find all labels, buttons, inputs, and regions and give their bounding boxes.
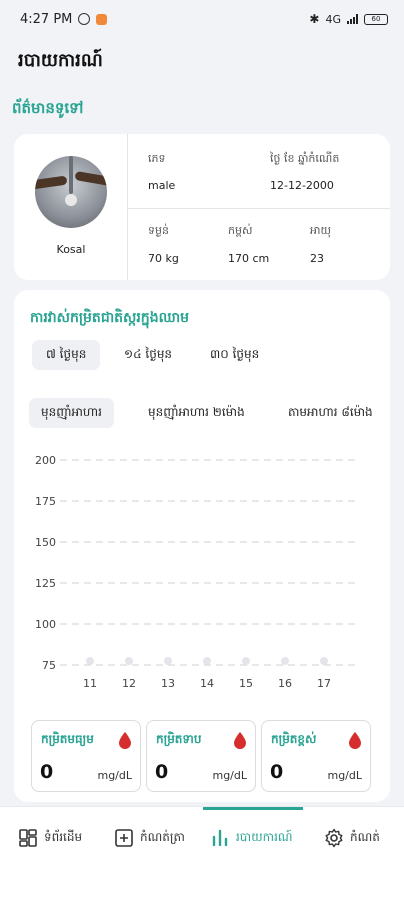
blood-drop-icon	[119, 732, 131, 749]
user-name: Kosal	[56, 243, 86, 256]
y-tick-label: 125	[35, 577, 56, 590]
high-level-label: កម្រិតខ្ពស់	[271, 732, 317, 746]
x-tick-label: 13	[161, 677, 175, 690]
glucose-card: ការវាស់កម្រិតជាតិស្ករក្នុងឈាម ៧ ថ្ងៃមុន …	[14, 290, 390, 802]
nav-home-label: ទំព័រដើម	[44, 830, 83, 844]
nav-report[interactable]: របាយការណ៍	[210, 807, 293, 869]
weight-label: ទម្ងន់	[148, 224, 169, 237]
sex-label: ភេទ	[148, 152, 166, 165]
data-point	[281, 657, 289, 665]
avatar[interactable]	[35, 156, 107, 228]
nav-records-label: កំណត់ត្រា	[140, 830, 185, 844]
low-level-value: 0	[155, 761, 169, 783]
y-tick-label: 175	[35, 495, 56, 508]
data-point	[320, 657, 328, 665]
blood-drop-icon	[349, 732, 361, 749]
tab-14-days[interactable]: ១៤ ថ្ងៃមុន	[110, 340, 186, 370]
height-label: កម្ពស់	[228, 224, 253, 237]
nav-report-label: របាយការណ៍	[236, 830, 293, 844]
x-tick-label: 17	[317, 677, 331, 690]
y-tick-label: 150	[35, 536, 56, 549]
age-value: 23	[310, 252, 324, 265]
blood-drop-icon	[234, 732, 246, 749]
divider	[128, 208, 390, 209]
data-point	[125, 657, 133, 665]
dob-label: ថ្ងៃ ខែ ឆ្នាំកំណើត	[270, 152, 340, 165]
status-time: 4:27 PM	[20, 11, 73, 27]
gesture-area	[0, 868, 404, 900]
glucose-chart: 75 100 125 150 175 200 11 12 13 14 15 16 17	[35, 454, 360, 690]
x-tick-label: 12	[122, 677, 136, 690]
age-label: អាយុ	[310, 224, 331, 237]
data-point	[203, 657, 211, 665]
dob-value: 12-12-2000	[270, 179, 334, 192]
high-level-value: 0	[270, 761, 284, 783]
average-level-unit: mg/dL	[97, 769, 132, 782]
battery-level: 60	[371, 15, 381, 23]
nav-settings-label: កំណត់	[350, 830, 380, 844]
sex-value: male	[148, 179, 176, 192]
tab-30-days[interactable]: ៣០ ថ្ងៃមុន	[196, 340, 273, 370]
general-info-title: ព័ត៌មានទូទៅ	[12, 99, 84, 117]
data-point	[86, 657, 94, 665]
average-level-card: កម្រិតមធ្យម 0 mg/dL	[31, 720, 141, 792]
bottom-nav: ទំព័រដើម កំណត់ត្រា របាយការណ៍ កំណត់	[0, 806, 404, 868]
gear-icon	[325, 828, 343, 848]
y-tick-label: 100	[35, 618, 56, 631]
tab-after-meal-8h[interactable]: តាមអាហារ ៨ម៉ោង	[276, 398, 385, 428]
divider	[127, 134, 128, 280]
x-tick-label: 15	[239, 677, 253, 690]
high-level-unit: mg/dL	[327, 769, 362, 782]
x-tick-label: 14	[200, 677, 214, 690]
tab-7-days[interactable]: ៧ ថ្ងៃមុន	[32, 340, 101, 370]
alarm-icon	[78, 13, 91, 25]
network-type: 4G	[325, 12, 341, 26]
average-level-value: 0	[40, 761, 54, 783]
nav-settings[interactable]: កំណត់	[324, 807, 380, 869]
x-tick-label: 16	[278, 677, 292, 690]
average-level-label: កម្រិតមធ្យម	[41, 732, 94, 746]
tab-before-meal[interactable]: មុនញ៉ាំអាហារ	[29, 398, 114, 428]
y-tick-label: 200	[35, 454, 56, 467]
high-level-card: កម្រិតខ្ពស់ 0 mg/dL	[261, 720, 371, 792]
glucose-title: ការវាស់កម្រិតជាតិស្ករក្នុងឈាម	[30, 310, 190, 326]
signal-icon	[347, 14, 358, 24]
app-notification-icon	[96, 13, 108, 25]
page-title: របាយការណ៍	[18, 50, 103, 71]
nav-home[interactable]: ទំព័រដើម	[18, 807, 82, 869]
low-level-unit: mg/dL	[212, 769, 247, 782]
y-tick-label: 75	[42, 659, 56, 672]
bluetooth-icon: ✱	[309, 12, 320, 26]
add-square-icon	[115, 829, 133, 847]
battery-icon: 60	[364, 13, 388, 25]
tab-before-meal-2h[interactable]: មុនញ៉ាំអាហារ ២ម៉ោង	[136, 398, 257, 428]
nav-records[interactable]: កំណត់ត្រា	[114, 807, 185, 869]
low-level-card: កម្រិតទាប 0 mg/dL	[146, 720, 256, 792]
weight-value: 70 kg	[148, 252, 179, 265]
x-tick-label: 11	[83, 677, 97, 690]
data-point	[242, 657, 250, 665]
data-point	[164, 657, 172, 665]
profile-card: Kosal ភេទ male ថ្ងៃ ខែ ឆ្នាំកំណើត 12-12-…	[14, 134, 390, 280]
dashboard-icon	[19, 829, 37, 847]
bar-chart-icon	[212, 829, 228, 847]
low-level-label: កម្រិតទាប	[156, 732, 202, 746]
status-bar: 4:27 PM ✱ 4G 60	[0, 0, 404, 38]
height-value: 170 cm	[228, 252, 270, 265]
